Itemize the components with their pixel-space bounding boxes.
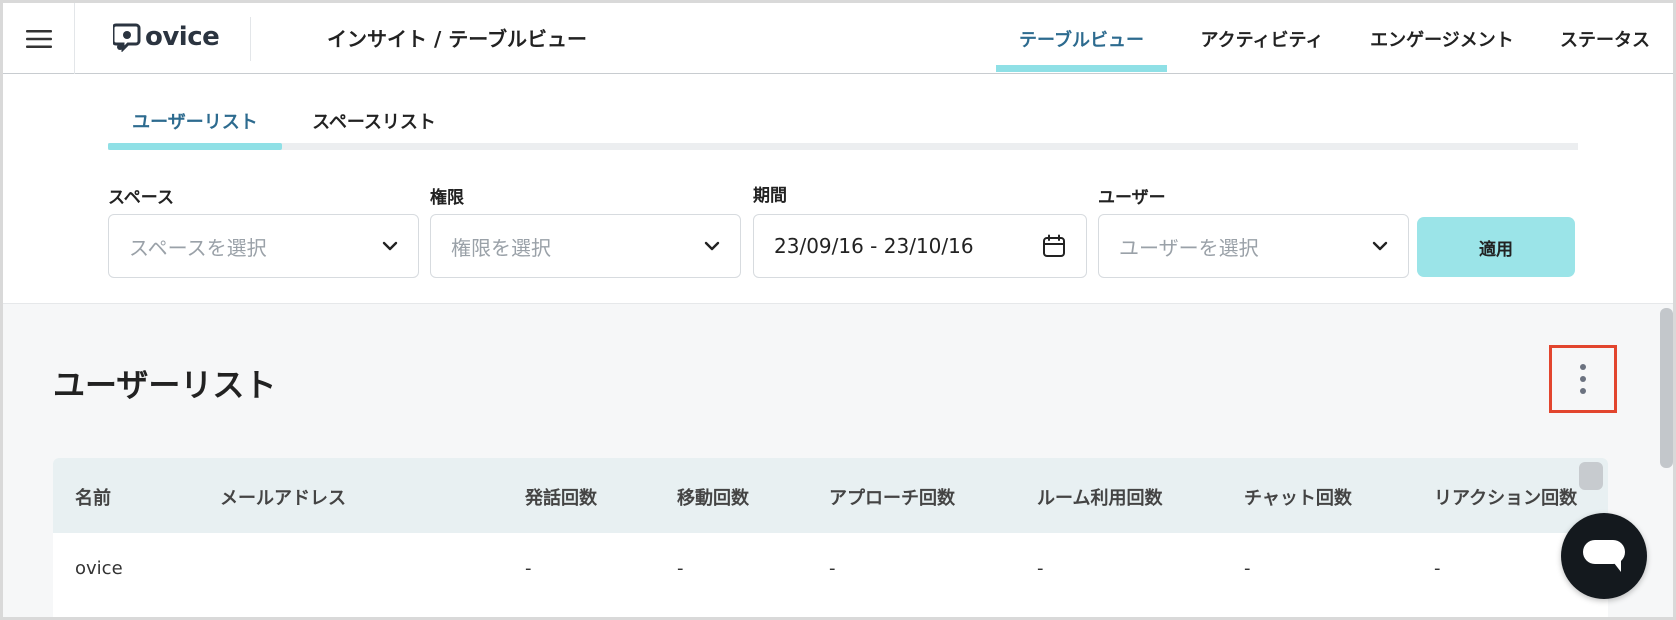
tab-activity[interactable]: アクティビティ	[1187, 3, 1337, 74]
vertical-dots-icon	[1580, 364, 1586, 394]
permission-select[interactable]: 権限を選択	[430, 214, 741, 278]
space-filter-label: スペース	[108, 188, 174, 208]
tab-status[interactable]: ステータス	[1547, 3, 1663, 74]
chat-button[interactable]	[1561, 513, 1647, 599]
logo-text: ovice	[145, 22, 220, 52]
calendar-icon	[1043, 234, 1065, 257]
ovice-logo[interactable]: ovice	[113, 19, 220, 55]
header-divider	[250, 17, 251, 61]
table-cell: -	[677, 558, 684, 579]
chat-bubble-icon	[1583, 540, 1625, 572]
tab-label: アクティビティ	[1200, 29, 1324, 51]
apply-button[interactable]: 適用	[1417, 217, 1575, 277]
page-scrollbar[interactable]	[1660, 308, 1673, 468]
column-header[interactable]: リアクション回数	[1434, 484, 1577, 510]
table-cell: -	[829, 558, 836, 579]
table-cell: -	[1244, 558, 1251, 579]
user-select[interactable]: ユーザーを選択	[1098, 214, 1409, 278]
period-value: 23/09/16 - 23/10/16	[774, 234, 974, 258]
section-title: ユーザーリスト	[53, 366, 277, 404]
space-select-placeholder: スペースを選択	[129, 235, 267, 260]
chevron-down-icon	[382, 241, 398, 251]
column-header[interactable]: アプローチ回数	[829, 484, 955, 510]
tab-label: テーブルビュー	[1019, 29, 1144, 51]
column-header[interactable]: メールアドレス	[220, 484, 346, 510]
column-header[interactable]: 名前	[75, 484, 111, 510]
subtab-user-list[interactable]: ユーザーリスト	[108, 98, 282, 150]
subtab-space-list[interactable]: スペースリスト	[294, 98, 454, 143]
subtab-rail	[108, 143, 1578, 150]
more-options-button[interactable]	[1549, 345, 1617, 413]
period-filter-label: 期間	[753, 186, 787, 206]
chevron-down-icon	[1372, 241, 1388, 251]
permission-filter-label: 権限	[430, 188, 464, 208]
column-header[interactable]: ルーム利用回数	[1037, 484, 1162, 510]
filter-panel: ユーザーリスト スペースリスト スペース スペースを選択 権限 権限を選択 期間…	[3, 74, 1673, 304]
page-title: インサイト / テーブルビュー	[327, 27, 588, 51]
column-header[interactable]: 移動回数	[677, 484, 749, 510]
chevron-down-icon	[704, 241, 720, 251]
menu-button[interactable]	[3, 3, 75, 74]
period-date-picker[interactable]: 23/09/16 - 23/10/16	[753, 214, 1087, 278]
tab-label: エンゲージメント	[1370, 29, 1514, 51]
table-scrollbar[interactable]	[1579, 462, 1603, 490]
tab-label: ステータス	[1560, 29, 1650, 51]
table-cell: ovice	[75, 558, 123, 579]
logo-mark-icon	[113, 23, 141, 52]
table-cell: -	[1037, 558, 1044, 579]
hamburger-menu-icon	[25, 29, 52, 48]
list-subtabs: ユーザーリスト スペースリスト	[108, 98, 1578, 150]
column-header[interactable]: 発話回数	[525, 484, 597, 510]
space-select[interactable]: スペースを選択	[108, 214, 419, 278]
table-cell: -	[525, 558, 532, 579]
subtab-label: スペースリスト	[312, 111, 436, 133]
app-window: ovice インサイト / テーブルビュー テーブルビュー アクティビティ エン…	[3, 3, 1673, 617]
table-header: 名前 メールアドレス 発話回数 移動回数 アプローチ回数 ルーム利用回数 チャッ…	[53, 458, 1608, 533]
tab-table-view[interactable]: テーブルビュー	[996, 3, 1167, 74]
subtab-label: ユーザーリスト	[132, 111, 258, 133]
user-filter-label: ユーザー	[1098, 188, 1166, 208]
top-header: ovice インサイト / テーブルビュー テーブルビュー アクティビティ エン…	[3, 3, 1673, 74]
table-cell: -	[1434, 558, 1441, 579]
column-header[interactable]: チャット回数	[1244, 484, 1352, 510]
user-table: 名前 メールアドレス 発話回数 移動回数 アプローチ回数 ルーム利用回数 チャッ…	[53, 458, 1608, 617]
table-row[interactable]: ovice - - - - - -	[53, 533, 1608, 608]
user-select-placeholder: ユーザーを選択	[1119, 235, 1259, 260]
tab-engagement[interactable]: エンゲージメント	[1357, 3, 1527, 74]
permission-select-placeholder: 権限を選択	[451, 235, 551, 260]
